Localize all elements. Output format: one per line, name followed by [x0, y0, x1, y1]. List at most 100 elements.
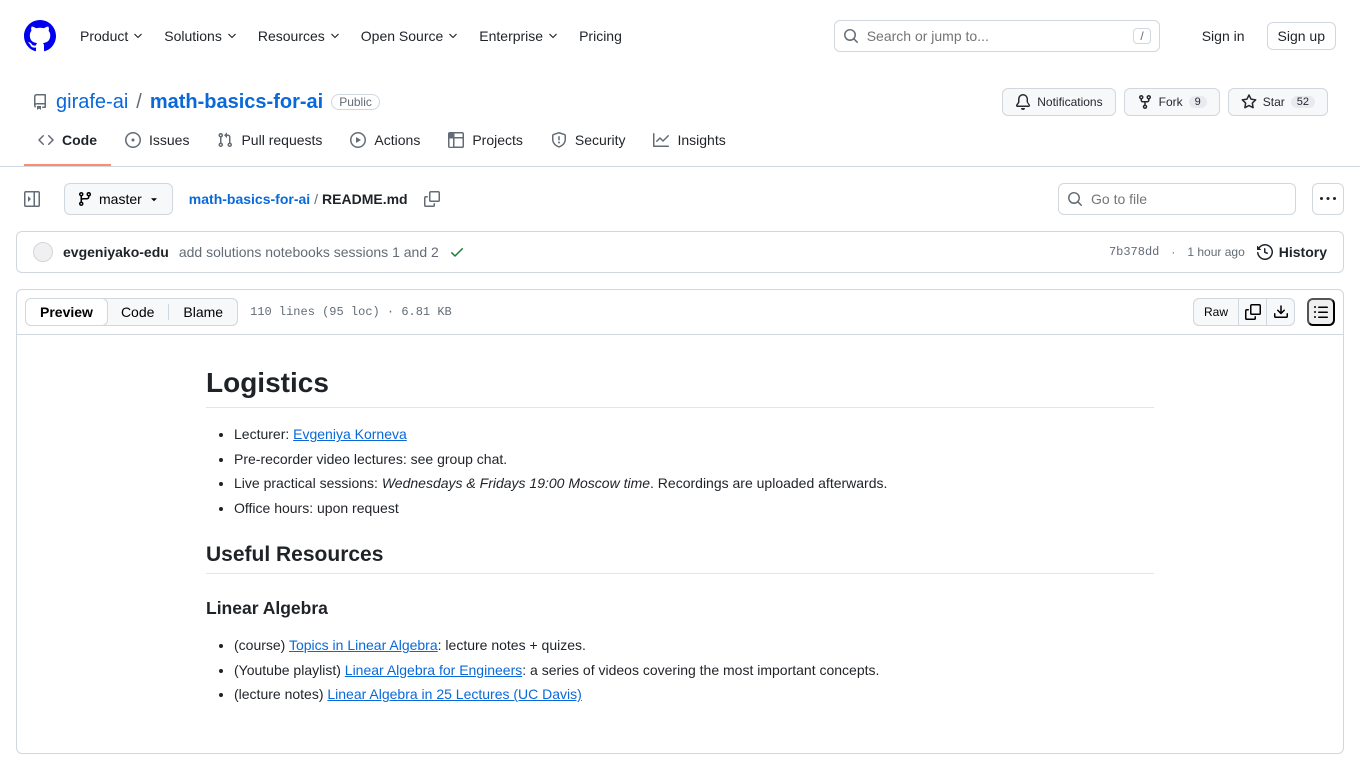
copy-path-button[interactable]	[416, 183, 448, 215]
heading-useful-resources: Useful Resources	[206, 543, 1154, 574]
tab-pull-requests[interactable]: Pull requests	[203, 124, 336, 166]
raw-button[interactable]: Raw	[1193, 298, 1239, 326]
fork-count: 9	[1189, 96, 1207, 108]
repo-name-link[interactable]: math-basics-for-ai	[150, 91, 323, 114]
list-item: Live practical sessions: Wednesdays & Fr…	[234, 473, 1154, 494]
list-item: Lecturer: Evgeniya Korneva	[234, 424, 1154, 445]
tab-preview[interactable]: Preview	[25, 298, 108, 326]
outline-button[interactable]	[1307, 298, 1335, 326]
list-item: Office hours: upon request	[234, 498, 1154, 519]
chevron-down-icon	[547, 30, 559, 42]
history-link[interactable]: History	[1257, 244, 1327, 260]
fork-icon	[1137, 94, 1153, 110]
issues-icon	[125, 132, 141, 148]
repo-owner-link[interactable]: girafe-ai	[56, 91, 128, 114]
repo-title: girafe-ai / math-basics-for-ai	[56, 91, 323, 114]
tab-blame[interactable]: Blame	[169, 299, 237, 325]
code-icon	[38, 132, 54, 148]
nav-enterprise[interactable]: Enterprise	[471, 20, 567, 52]
repo-separator: /	[136, 91, 142, 114]
kebab-icon	[1320, 191, 1336, 207]
side-panel-toggle[interactable]	[16, 183, 48, 215]
star-icon	[1241, 94, 1257, 110]
bell-icon	[1015, 94, 1031, 110]
tab-issues[interactable]: Issues	[111, 124, 203, 166]
history-icon	[1257, 244, 1273, 260]
search-icon	[843, 28, 859, 44]
commit-sha[interactable]: 7b378dd	[1109, 245, 1159, 259]
list-item: (course) Topics in Linear Algebra: lectu…	[234, 635, 1154, 656]
heading-logistics: Logistics	[206, 367, 1154, 408]
list-item: (lecture notes) Linear Algebra in 25 Lec…	[234, 684, 1154, 705]
list-item: (Youtube playlist) Linear Algebra for En…	[234, 660, 1154, 681]
search-icon	[1067, 191, 1083, 207]
sign-in-link[interactable]: Sign in	[1192, 22, 1255, 50]
check-icon[interactable]	[449, 244, 465, 260]
star-count: 52	[1291, 96, 1315, 108]
graph-icon	[653, 132, 669, 148]
breadcrumb-repo[interactable]: math-basics-for-ai	[189, 191, 310, 207]
lecturer-link[interactable]: Evgeniya Korneva	[293, 426, 407, 442]
slash-shortcut: /	[1133, 28, 1150, 44]
breadcrumb: math-basics-for-ai / README.md	[189, 183, 448, 215]
author-avatar[interactable]	[33, 242, 53, 262]
download-icon	[1273, 304, 1289, 320]
commit-message[interactable]: add solutions notebooks sessions 1 and 2	[179, 244, 439, 260]
file-actions: Raw	[1193, 298, 1335, 326]
tab-security[interactable]: Security	[537, 124, 640, 166]
resource-link[interactable]: Linear Algebra in 25 Lectures (UC Davis)	[327, 686, 581, 702]
file-nav: master math-basics-for-ai / README.md	[16, 183, 1344, 215]
tab-code[interactable]: Code	[24, 124, 111, 166]
repo-tabs: Code Issues Pull requests Actions Projec…	[0, 124, 1360, 167]
global-nav: Product Solutions Resources Open Source …	[72, 20, 630, 52]
readme-content: Logistics Lecturer: Evgeniya Korneva Pre…	[174, 335, 1186, 753]
pr-icon	[217, 132, 233, 148]
resource-link[interactable]: Linear Algebra for Engineers	[345, 662, 522, 678]
tab-actions[interactable]: Actions	[336, 124, 434, 166]
breadcrumb-file: README.md	[322, 191, 408, 207]
nav-solutions[interactable]: Solutions	[156, 20, 246, 52]
repo-actions: Notifications Fork 9 Star 52	[1002, 88, 1328, 116]
resource-link[interactable]: Topics in Linear Algebra	[289, 637, 438, 653]
sign-up-button[interactable]: Sign up	[1267, 22, 1336, 50]
chevron-down-icon	[447, 30, 459, 42]
global-header: Product Solutions Resources Open Source …	[0, 0, 1360, 72]
actions-icon	[350, 132, 366, 148]
nav-resources[interactable]: Resources	[250, 20, 349, 52]
notifications-button[interactable]: Notifications	[1002, 88, 1115, 116]
global-search[interactable]: /	[834, 20, 1160, 52]
commit-time: 1 hour ago	[1187, 245, 1244, 259]
search-input[interactable]	[867, 28, 1126, 44]
copy-icon	[424, 191, 440, 207]
go-to-file-input[interactable]	[1091, 191, 1287, 207]
more-options-button[interactable]	[1312, 183, 1344, 215]
tab-code-view[interactable]: Code	[107, 299, 168, 325]
commit-author[interactable]: evgeniyako-edu	[63, 244, 169, 260]
repo-header: girafe-ai / math-basics-for-ai Public No…	[0, 72, 1360, 116]
heading-linear-algebra: Linear Algebra	[206, 598, 1154, 619]
nav-product[interactable]: Product	[72, 20, 152, 52]
nav-pricing[interactable]: Pricing	[571, 20, 630, 52]
file-meta: 110 lines (95 loc) · 6.81 KB	[250, 305, 452, 319]
branch-icon	[77, 191, 93, 207]
go-to-file[interactable]	[1058, 183, 1296, 215]
repo-icon	[32, 94, 48, 110]
commit-meta: 7b378dd · 1 hour ago History	[1109, 244, 1327, 260]
main-container: master math-basics-for-ai / README.md ev…	[0, 167, 1360, 770]
star-button[interactable]: Star 52	[1228, 88, 1328, 116]
triangle-down-icon	[148, 193, 160, 205]
copy-icon	[1245, 304, 1261, 320]
github-logo[interactable]	[24, 20, 56, 52]
nav-open-source[interactable]: Open Source	[353, 20, 468, 52]
sidebar-collapse-icon	[24, 191, 40, 207]
list-icon	[1313, 304, 1329, 320]
tab-insights[interactable]: Insights	[639, 124, 739, 166]
shield-icon	[551, 132, 567, 148]
projects-icon	[448, 132, 464, 148]
branch-select[interactable]: master	[64, 183, 173, 215]
auth-links: Sign in Sign up	[1192, 22, 1336, 50]
download-button[interactable]	[1267, 298, 1295, 326]
tab-projects[interactable]: Projects	[434, 124, 537, 166]
copy-button[interactable]	[1239, 298, 1267, 326]
fork-button[interactable]: Fork 9	[1124, 88, 1220, 116]
